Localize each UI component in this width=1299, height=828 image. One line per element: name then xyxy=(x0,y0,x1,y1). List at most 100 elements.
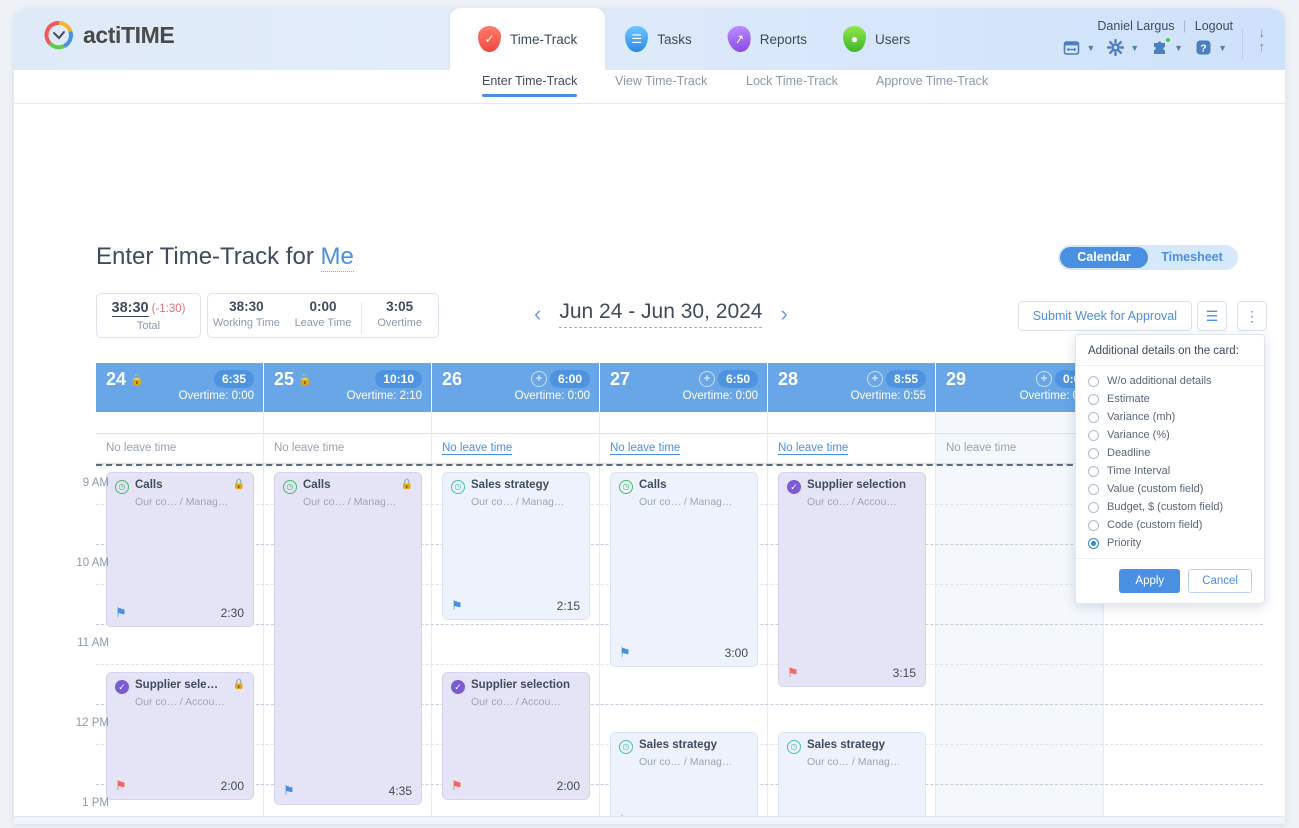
list-view-button[interactable]: ☰ xyxy=(1197,301,1227,331)
time-card[interactable]: ◷ Sales strategy Our co… / Manag… xyxy=(778,732,926,824)
chevron-down-icon[interactable]: ▼ xyxy=(1218,43,1227,53)
time-card[interactable]: ◷ Sales strategy Our co… / Manag… ⚑ 2:15 xyxy=(442,472,590,620)
grid-hour-line xyxy=(96,704,1263,705)
time-card[interactable]: ✓ Supplier selection Our co… / Accou… ⚑ 3:15 xyxy=(778,472,926,687)
add-time-button[interactable]: + xyxy=(1036,371,1052,387)
prev-week-button[interactable]: ‹ xyxy=(534,303,541,325)
leave-cell-26[interactable]: No leave time xyxy=(432,434,600,463)
dropdown-option-5[interactable]: Time Interval xyxy=(1076,462,1264,480)
card-duration[interactable]: 4:35 xyxy=(389,784,412,798)
leave-cell-24[interactable]: No leave time xyxy=(96,434,264,463)
card-duration[interactable]: 2:00 xyxy=(221,779,244,793)
day-header-26[interactable]: 26 +6:00 Overtime: 0:00 xyxy=(432,363,600,412)
nav-tab-reports[interactable]: ↗ Reports xyxy=(725,8,807,70)
radio-button[interactable] xyxy=(1088,519,1099,531)
priority-flag-icon[interactable]: ⚑ xyxy=(787,666,799,679)
time-card[interactable]: ◷ Calls 🔒 Our co… / Manag… ⚑ 4:35 xyxy=(274,472,422,805)
day-header-25[interactable]: 25 🔒 10:10 Overtime: 2:10 xyxy=(264,363,432,412)
radio-button[interactable] xyxy=(1088,447,1099,459)
radio-button[interactable] xyxy=(1088,537,1099,549)
dropdown-option-0[interactable]: W/o additional details xyxy=(1076,372,1264,390)
dropdown-option-9[interactable]: Priority xyxy=(1076,534,1264,552)
radio-button[interactable] xyxy=(1088,375,1099,387)
dropdown-option-7[interactable]: Budget, $ (custom field) xyxy=(1076,498,1264,516)
next-week-button[interactable]: › xyxy=(780,303,787,325)
total-summary-box[interactable]: 38:30 (-1:30) Total xyxy=(96,293,201,338)
chevron-down-icon[interactable]: ▼ xyxy=(1086,43,1095,53)
radio-button[interactable] xyxy=(1088,465,1099,477)
apply-button[interactable]: Apply xyxy=(1119,569,1181,593)
scroll-updown-control[interactable]: ↓ ↑ xyxy=(1259,26,1266,54)
nav-tab-tasks[interactable]: ☰ Tasks xyxy=(625,8,692,70)
radio-button[interactable] xyxy=(1088,501,1099,513)
priority-flag-icon[interactable]: ⚑ xyxy=(619,646,631,659)
time-card[interactable]: ◷Sales strategyOur co… / Manag…⚑1:35 xyxy=(610,732,758,824)
card-title: Sales strategy xyxy=(639,739,717,751)
dropdown-option-3[interactable]: Variance (%) xyxy=(1076,426,1264,444)
leave-time-link[interactable]: No leave time xyxy=(610,442,681,455)
calendar-icon[interactable] xyxy=(1061,37,1082,58)
card-duration[interactable]: 3:15 xyxy=(893,666,916,680)
help-icon[interactable]: ? xyxy=(1193,37,1214,58)
priority-flag-icon[interactable]: ⚑ xyxy=(115,779,127,792)
card-duration[interactable]: 2:30 xyxy=(221,606,244,620)
more-options-button[interactable]: ⋮ xyxy=(1237,301,1267,331)
subnav-view-time-track[interactable]: View Time-Track xyxy=(615,74,707,88)
leave-cell-25[interactable]: No leave time xyxy=(264,434,432,463)
view-mode-timesheet[interactable]: Timesheet xyxy=(1148,247,1236,268)
priority-flag-icon[interactable]: ⚑ xyxy=(283,784,295,797)
page-title-target[interactable]: Me xyxy=(320,243,354,272)
dropdown-option-6[interactable]: Value (custom field) xyxy=(1076,480,1264,498)
arrow-down-icon[interactable]: ↓ xyxy=(1259,26,1266,40)
subnav-enter-time-track[interactable]: Enter Time-Track xyxy=(482,74,578,97)
add-time-button[interactable]: + xyxy=(699,371,715,387)
cancel-button[interactable]: Cancel xyxy=(1188,569,1252,593)
day-header-28[interactable]: 28 +8:55 Overtime: 0:55 xyxy=(768,363,936,412)
time-card[interactable]: ◷ Calls 🔒 Our co… / Manag… ⚑ 2:30 xyxy=(106,472,254,627)
leave-cell-27[interactable]: No leave time xyxy=(600,434,768,463)
subnav-lock-time-track[interactable]: Lock Time-Track xyxy=(746,74,838,88)
submit-week-button[interactable]: Submit Week for Approval xyxy=(1017,301,1192,331)
priority-flag-icon[interactable]: ⚑ xyxy=(115,606,127,619)
chevron-down-icon[interactable]: ▼ xyxy=(1130,43,1139,53)
dropdown-option-2[interactable]: Variance (mh) xyxy=(1076,408,1264,426)
card-duration[interactable]: 2:15 xyxy=(557,599,580,613)
spacer-cell xyxy=(96,412,264,434)
nav-tab-users[interactable]: ● Users xyxy=(843,8,910,70)
radio-button[interactable] xyxy=(1088,483,1099,495)
leave-time-link[interactable]: No leave time xyxy=(442,442,513,455)
spacer-cell xyxy=(264,412,432,434)
view-mode-calendar[interactable]: Calendar xyxy=(1060,247,1148,268)
nav-tab-time-track[interactable]: ✓ Time-Track xyxy=(450,8,606,70)
dropdown-option-8[interactable]: Code (custom field) xyxy=(1076,516,1264,534)
card-duration[interactable]: 2:00 xyxy=(557,779,580,793)
leave-time-cell: 0:00 Leave Time xyxy=(285,299,362,337)
date-range-label[interactable]: Jun 24 - Jun 30, 2024 xyxy=(559,300,763,328)
priority-flag-icon[interactable]: ⚑ xyxy=(451,599,463,612)
day-header-24[interactable]: 24 🔒 6:35 Overtime: 0:00 xyxy=(96,363,264,412)
day-header-27[interactable]: 27 +6:50 Overtime: 0:00 xyxy=(600,363,768,412)
puzzle-icon[interactable] xyxy=(1149,37,1172,58)
add-time-button[interactable]: + xyxy=(531,371,547,387)
time-card[interactable]: ✓ Supplier selection Our co… / Accou… ⚑ 2:00 xyxy=(442,672,590,800)
radio-button[interactable] xyxy=(1088,393,1099,405)
subnav-approve-time-track[interactable]: Approve Time-Track xyxy=(876,74,988,88)
app-logo[interactable]: actiTIME xyxy=(44,20,175,50)
time-card[interactable]: ✓ Supplier selection 🔒 Our co… / Accou… ⚑ 2:0… xyxy=(106,672,254,800)
card-header: ◷ Sales strategy xyxy=(619,739,749,754)
time-card[interactable]: ◷ Calls Our co… / Manag… ⚑ 3:00 xyxy=(610,472,758,667)
logout-link[interactable]: Logout xyxy=(1195,19,1233,33)
chevron-down-icon[interactable]: ▼ xyxy=(1174,43,1183,53)
arrow-up-icon[interactable]: ↑ xyxy=(1259,40,1266,54)
radio-button[interactable] xyxy=(1088,429,1099,441)
gear-icon[interactable] xyxy=(1105,37,1126,58)
dropdown-option-4[interactable]: Deadline xyxy=(1076,444,1264,462)
card-duration[interactable]: 3:00 xyxy=(725,646,748,660)
leave-cell-28[interactable]: No leave time xyxy=(768,434,936,463)
leave-time-link[interactable]: No leave time xyxy=(778,442,849,455)
dropdown-option-1[interactable]: Estimate xyxy=(1076,390,1264,408)
priority-flag-icon[interactable]: ⚑ xyxy=(451,779,463,792)
radio-button[interactable] xyxy=(1088,411,1099,423)
dropdown-option-label: Priority xyxy=(1107,537,1142,549)
add-time-button[interactable]: + xyxy=(867,371,883,387)
